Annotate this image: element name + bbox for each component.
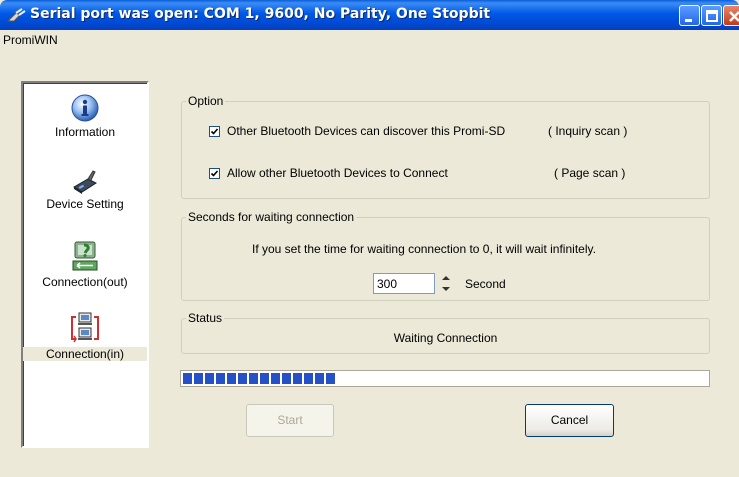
status-text: Waiting Connection xyxy=(393,331,498,345)
menu-promiwin[interactable]: PromiWIN xyxy=(3,33,58,47)
waiting-group-title: Seconds for waiting connection xyxy=(186,210,357,224)
arrow-down-icon xyxy=(442,287,450,291)
arrow-up-icon xyxy=(442,276,450,280)
page-scan-checkbox-row[interactable]: Allow other Bluetooth Devices to Connect xyxy=(209,166,448,180)
progress-segment xyxy=(249,373,258,384)
inquiry-scan-checkbox[interactable] xyxy=(209,125,220,137)
sidebar-item-label: Information xyxy=(54,125,116,139)
connection-in-icon xyxy=(71,312,99,343)
progress-bar xyxy=(180,370,710,387)
minimize-icon xyxy=(685,19,692,22)
progress-segment xyxy=(271,373,280,384)
start-button[interactable]: Start xyxy=(246,404,334,437)
title-bar[interactable]: Serial port was open: COM 1, 9600, No Pa… xyxy=(0,0,739,30)
status-group-title: Status xyxy=(186,311,225,325)
sidebar-item-connection-out[interactable]: Connection(out) xyxy=(23,239,147,289)
close-icon xyxy=(729,11,739,22)
checkmark-icon xyxy=(210,169,219,177)
waiting-note: If you set the time for waiting connecti… xyxy=(252,242,596,256)
inquiry-scan-checkbox-row[interactable]: Other Bluetooth Devices can discover thi… xyxy=(209,124,505,138)
device-icon xyxy=(73,170,98,194)
menu-bar: PromiWIN xyxy=(0,30,739,50)
sidebar-item-label: Connection(out) xyxy=(42,275,128,289)
page-scan-label: Allow other Bluetooth Devices to Connect xyxy=(227,166,448,180)
progress-segment xyxy=(205,373,214,384)
maximize-icon xyxy=(706,10,718,22)
progress-segment xyxy=(183,373,192,384)
wait-seconds-unit: Second xyxy=(465,277,506,291)
progress-segment xyxy=(282,373,291,384)
progress-segment xyxy=(216,373,225,384)
page-scan-checkbox[interactable] xyxy=(209,167,220,179)
option-group-title: Option xyxy=(186,94,226,108)
sidebar-item-connection-in[interactable]: Connection(in) xyxy=(23,311,147,361)
inquiry-scan-hint: ( Inquiry scan ) xyxy=(548,124,628,138)
wait-seconds-input[interactable] xyxy=(373,273,435,294)
spin-down-button[interactable] xyxy=(438,284,454,294)
maximize-button[interactable] xyxy=(701,5,722,26)
cancel-button[interactable]: Cancel xyxy=(525,404,614,437)
progress-segment xyxy=(293,373,302,384)
option-group: Option Other Bluetooth Devices can disco… xyxy=(181,94,710,199)
sidebar-item-device-setting[interactable]: Device Setting xyxy=(23,165,147,211)
inquiry-scan-label: Other Bluetooth Devices can discover thi… xyxy=(227,124,506,138)
information-icon xyxy=(71,94,99,122)
status-group: Status Waiting Connection xyxy=(181,311,710,354)
progress-segment xyxy=(227,373,236,384)
window-title: Serial port was open: COM 1, 9600, No Pa… xyxy=(30,6,491,22)
sidebar-item-label: Device Setting xyxy=(46,197,124,211)
close-button[interactable] xyxy=(723,5,739,26)
progress-segment xyxy=(260,373,269,384)
page-scan-hint: ( Page scan ) xyxy=(554,166,626,180)
sidebar-item-label: Connection(in) xyxy=(23,347,147,361)
wait-seconds-spinner[interactable] xyxy=(438,273,454,294)
progress-segment xyxy=(194,373,203,384)
minimize-button[interactable] xyxy=(679,5,700,26)
progress-segment xyxy=(326,373,335,384)
sidebar: Information Device Setting Connection(ou… xyxy=(21,81,149,448)
sidebar-item-information[interactable]: Information xyxy=(23,93,147,139)
checkmark-icon xyxy=(210,127,219,135)
progress-segment xyxy=(304,373,313,384)
progress-segment xyxy=(315,373,324,384)
progress-segment xyxy=(238,373,247,384)
connection-out-icon xyxy=(72,241,98,271)
plug-icon xyxy=(6,8,26,22)
spin-up-button[interactable] xyxy=(438,273,454,283)
